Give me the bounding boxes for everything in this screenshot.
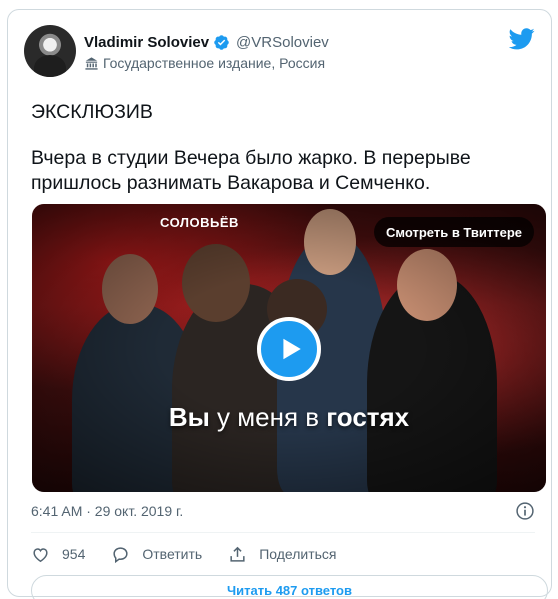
caption-bold-word: гостях (326, 402, 410, 432)
caption-bold-word: Вы (168, 402, 210, 432)
play-icon (283, 338, 301, 360)
info-icon[interactable] (515, 501, 535, 521)
tweet-timestamp[interactable]: 6:41 AM · 29 окт. 2019 г. (31, 503, 183, 519)
play-button[interactable] (257, 317, 321, 381)
heart-icon (33, 547, 48, 562)
state-building-icon (85, 56, 98, 70)
reply-label: Ответить (142, 546, 203, 562)
author-display-name[interactable]: Vladimir Soloviev (84, 34, 209, 51)
state-label-text[interactable]: Государственное издание, Россия (103, 55, 325, 71)
tweet-card: Vladimir Soloviev @VRSoloviev Государств… (7, 9, 552, 599)
author-handle[interactable]: @VRSoloviev (236, 34, 329, 51)
share-icon (230, 546, 245, 562)
video-preview[interactable]: СОЛОВЬЁВ Смотреть в Твиттере Вы у меня в… (32, 204, 546, 492)
like-button[interactable]: 954 (31, 545, 85, 564)
action-bar: 954 Ответить Поделиться (31, 544, 363, 564)
read-replies-button[interactable]: Читать 487 ответов (31, 575, 548, 599)
tweet-text-heading: ЭКСКЛЮЗИВ (31, 101, 153, 123)
watch-on-twitter-button[interactable]: Смотреть в Твиттере (374, 217, 534, 247)
caption-middle: у меня в (209, 402, 327, 432)
reply-button[interactable]: Ответить (111, 545, 202, 564)
author-row: Vladimir Soloviev @VRSoloviev (84, 32, 329, 52)
reply-icon (113, 546, 128, 563)
avatar[interactable] (24, 25, 76, 77)
tweet-text-body: Вчера в студии Вечера было жарко. В пере… (31, 147, 471, 194)
share-label: Поделиться (259, 546, 337, 562)
video-caption: Вы у меня в гостях (32, 402, 546, 433)
share-button[interactable]: Поделиться (228, 545, 337, 564)
show-logo: СОЛОВЬЁВ (160, 215, 239, 230)
divider (31, 532, 535, 533)
verified-badge-icon (214, 34, 229, 50)
like-count: 954 (62, 546, 86, 562)
state-media-label: Государственное издание, Россия (84, 54, 325, 72)
twitter-bird-icon[interactable] (509, 28, 535, 50)
